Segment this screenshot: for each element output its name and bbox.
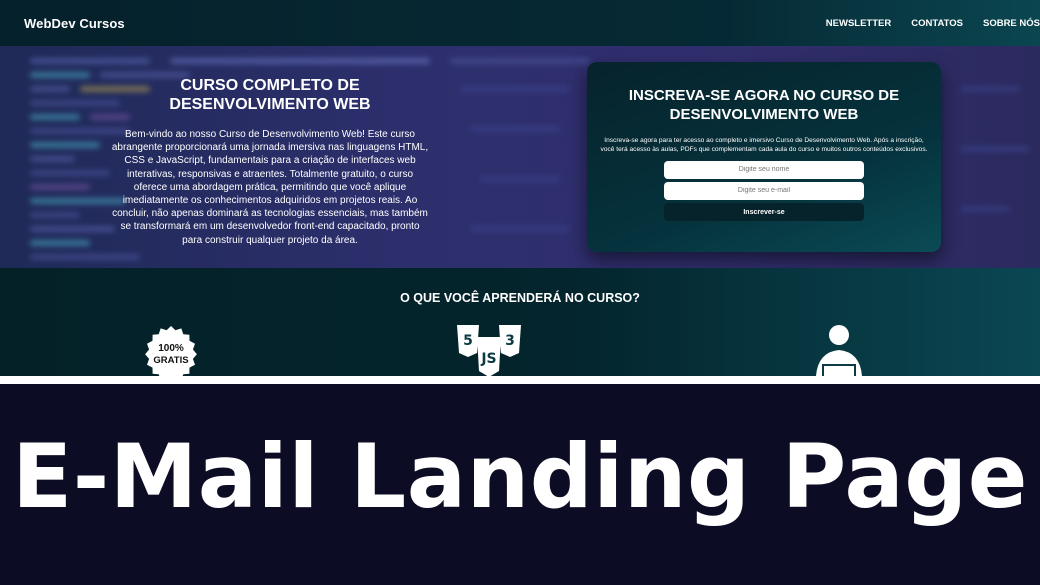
svg-text:JS: JS — [480, 351, 496, 367]
navbar: WebDev Cursos NEWSLETTER CONTATOS SOBRE … — [0, 0, 1040, 46]
nav-link-contatos[interactable]: CONTATOS — [911, 18, 963, 29]
free-badge-icon: 100% GRATIS — [141, 326, 201, 376]
nav-links: NEWSLETTER CONTATOS SOBRE NÓS — [826, 18, 1040, 29]
hero-description: Bem-vindo ao nosso Curso de Desenvolvime… — [111, 129, 429, 246]
svg-text:3: 3 — [505, 333, 515, 349]
svg-text:5: 5 — [463, 333, 473, 349]
banner-title: E-Mail Landing Page — [12, 425, 1028, 528]
website-screenshot: WebDev Cursos NEWSLETTER CONTATOS SOBRE … — [0, 0, 1040, 376]
hero-section: CURSO COMPLETO DE DESENVOLVIMENTO WEB Be… — [0, 46, 1040, 268]
learn-title: O QUE VOCÊ APRENDERÁ NO CURSO? — [400, 291, 640, 305]
hero-intro: CURSO COMPLETO DE DESENVOLVIMENTO WEB Be… — [110, 76, 430, 247]
divider — [0, 376, 1040, 384]
email-input[interactable] — [664, 182, 864, 200]
subscribe-button[interactable]: Inscrever-se — [664, 203, 864, 221]
badge-percent: 100% — [158, 343, 184, 354]
developer-laptop-icon — [806, 324, 872, 376]
nav-link-newsletter[interactable]: NEWSLETTER — [826, 18, 891, 29]
signup-description: Inscreva-se agora para ter acesso ao com… — [600, 137, 928, 153]
signup-card: INSCREVA-SE AGORA NO CURSO DE DESENVOLVI… — [587, 62, 941, 252]
brand-logo[interactable]: WebDev Cursos — [24, 16, 125, 31]
name-input[interactable] — [664, 161, 864, 179]
html-css-js-icon: 5 3 JS — [455, 323, 523, 376]
nav-link-sobre-nos[interactable]: SOBRE NÓS — [983, 18, 1040, 29]
badge-label: GRATIS — [153, 355, 188, 366]
hero-title: CURSO COMPLETO DE DESENVOLVIMENTO WEB — [169, 77, 371, 113]
signup-title: INSCREVA-SE AGORA NO CURSO DE DESENVOLVI… — [628, 87, 900, 123]
